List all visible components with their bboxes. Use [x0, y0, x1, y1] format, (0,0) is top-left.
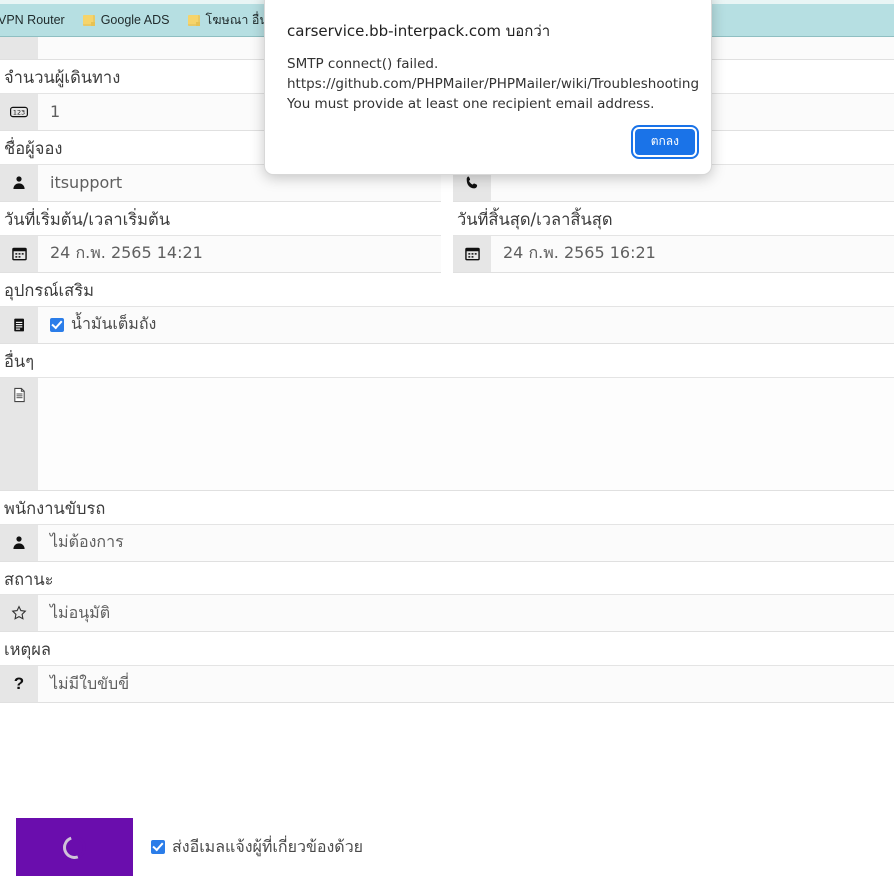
bookmark-label: VPN Router — [0, 13, 65, 27]
bookmark-vpn-router[interactable]: VPN Router — [0, 8, 74, 32]
field-row-driver: พนักงานขับรถ ไม่ต้องการ — [0, 491, 894, 562]
notify-email-checkbox[interactable] — [151, 840, 165, 854]
svg-text:123: 123 — [13, 108, 25, 116]
input-other-notes[interactable] — [0, 376, 894, 491]
value-driver: ไม่ต้องการ — [50, 532, 124, 552]
label-driver: พนักงานขับรถ — [4, 498, 106, 518]
col-start-datetime: วันที่เริ่มต้น/เวลาเริ่มต้น 24 ก.พ. 2565… — [0, 202, 447, 273]
input-end-datetime[interactable]: 24 ก.พ. 2565 16:21 — [453, 234, 894, 273]
form-actions: ส่งอีเมลแจ้งผู้ที่เกี่ยวข้องด้วย — [0, 818, 894, 876]
fuel-full-label: น้ำมันเต็มถัง — [71, 314, 157, 334]
alert-dialog: carservice.bb-interpack.com บอกว่า SMTP … — [264, 0, 712, 175]
folder-icon — [187, 14, 200, 26]
alert-dialog-message: SMTP connect() failed. https://github.co… — [265, 43, 711, 115]
label-end-datetime: วันที่สิ้นสุด/เวลาสิ้นสุด — [457, 209, 613, 229]
field-row-reason: เหตุผล ? ไม่มีใบขับขี่ — [0, 632, 894, 704]
value-status: ไม่อนุมัติ — [50, 602, 111, 622]
user-icon — [0, 524, 38, 561]
input-reason[interactable]: ? ไม่มีใบขับขี่ — [0, 665, 894, 704]
input-accessories[interactable]: น้ำมันเต็มถัง — [0, 305, 894, 344]
field-row-status: สถานะ ไม่อนุมัติ — [0, 562, 894, 633]
value-start-datetime: 24 ก.พ. 2565 14:21 — [50, 243, 203, 263]
page-root: จำนวนผู้เดินทาง 123 1 ชื่อผู้จอง itsuppo… — [0, 0, 894, 892]
value-other-notes — [38, 378, 894, 490]
bookmark-google-ads[interactable]: Google ADS — [74, 8, 179, 32]
label-reason: เหตุผล — [4, 640, 52, 660]
value-reason: ไม่มีใบขับขี่ — [50, 673, 130, 693]
input-start-datetime[interactable]: 24 ก.พ. 2565 14:21 — [0, 234, 441, 273]
star-icon — [0, 595, 38, 632]
calendar-icon — [0, 235, 38, 272]
alert-message-line-1: SMTP connect() failed. https://github.co… — [287, 56, 700, 92]
label-other-notes: อื่นๆ — [4, 351, 35, 371]
alert-ok-button[interactable]: ตกลง — [634, 128, 695, 155]
folder-icon — [82, 14, 95, 26]
notify-email-label: ส่งอีเมลแจ้งผู้ที่เกี่ยวข้องด้วย — [172, 836, 364, 856]
label-status: สถานะ — [4, 569, 54, 589]
col-end-datetime: วันที่สิ้นสุด/เวลาสิ้นสุด 24 ก.พ. 2565 1… — [447, 202, 894, 273]
label-accessories: อุปกรณ์เสริม — [4, 280, 94, 300]
user-icon — [0, 164, 38, 201]
loading-spinner-icon — [59, 831, 90, 863]
bookmark-label: Google ADS — [100, 13, 170, 27]
submit-button[interactable] — [16, 818, 133, 876]
question-icon: ? — [0, 666, 38, 703]
number-123-icon: 123 — [0, 93, 38, 130]
alert-message-line-2: You must provide at least one recipient … — [287, 95, 655, 112]
accessories-checkbox-group[interactable]: น้ำมันเต็มถัง — [38, 307, 894, 343]
notify-email-group[interactable]: ส่งอีเมลแจ้งผู้ที่เกี่ยวข้องด้วย — [151, 835, 363, 860]
input-status[interactable]: ไม่อนุมัติ — [0, 594, 894, 633]
input-driver[interactable]: ไม่ต้องการ — [0, 523, 894, 562]
row-datetimes: วันที่เริ่มต้น/เวลาเริ่มต้น 24 ก.พ. 2565… — [0, 202, 894, 273]
alert-dialog-title: carservice.bb-interpack.com บอกว่า — [287, 22, 551, 40]
alert-dialog-actions: ตกลง — [265, 115, 711, 155]
fuel-full-checkbox[interactable] — [50, 317, 64, 332]
label-start-datetime: วันที่เริ่มต้น/เวลาเริ่มต้น — [4, 209, 171, 229]
value-end-datetime: 24 ก.พ. 2565 16:21 — [503, 243, 656, 263]
document-icon — [0, 377, 38, 490]
calendar-icon — [453, 235, 491, 272]
field-row-other-notes: อื่นๆ — [0, 344, 894, 491]
clipboard-icon — [0, 306, 38, 343]
partial-field-icon — [0, 37, 38, 59]
field-row-accessories: อุปกรณ์เสริม น้ำมันเต็มถัง — [0, 273, 894, 344]
